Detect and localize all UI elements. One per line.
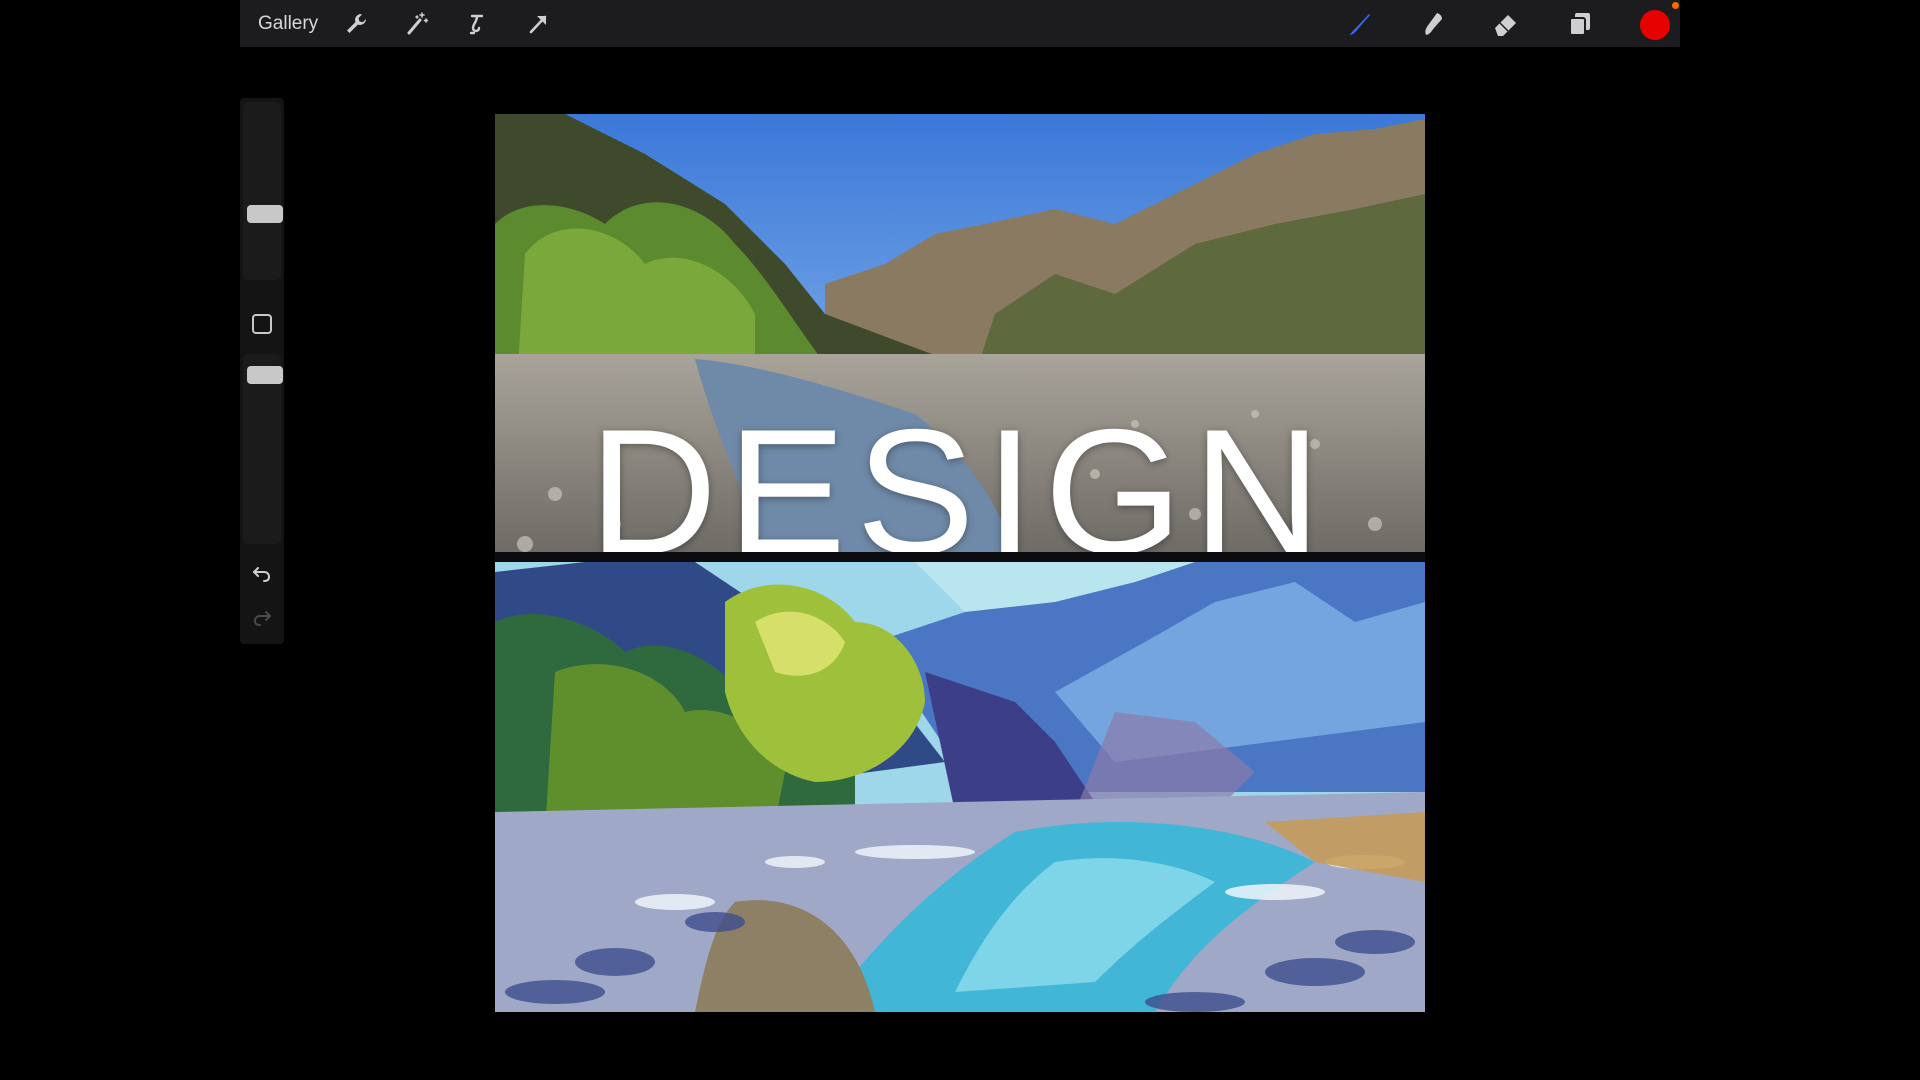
reference-photo: DESIGN (495, 114, 1425, 552)
design-title: DESIGN (588, 392, 1332, 553)
opacity-thumb[interactable] (247, 366, 283, 385)
gallery-button[interactable]: Gallery (258, 0, 318, 47)
painting-panel (495, 562, 1425, 1012)
layers-icon[interactable] (1564, 8, 1596, 40)
magic-wand-icon[interactable] (401, 8, 433, 40)
brush-icon[interactable] (1343, 8, 1375, 40)
drawing-canvas[interactable]: DESIGN (495, 114, 1425, 1012)
color-picker-button[interactable] (1640, 10, 1670, 40)
top-toolbar: Gallery (240, 0, 1680, 47)
wrench-icon[interactable] (340, 8, 372, 40)
selection-icon[interactable] (461, 8, 493, 40)
transform-arrow-icon[interactable] (522, 8, 554, 40)
smudge-icon[interactable] (1416, 8, 1448, 40)
undo-icon[interactable] (249, 560, 275, 586)
eraser-icon[interactable] (1490, 8, 1522, 40)
left-sidebar (240, 98, 284, 644)
brush-size-slider[interactable] (243, 102, 283, 280)
notification-dot (1672, 2, 1679, 9)
modify-button[interactable] (252, 314, 272, 334)
redo-icon[interactable] (249, 604, 275, 630)
brush-size-thumb[interactable] (247, 204, 283, 223)
opacity-slider[interactable] (243, 354, 283, 544)
